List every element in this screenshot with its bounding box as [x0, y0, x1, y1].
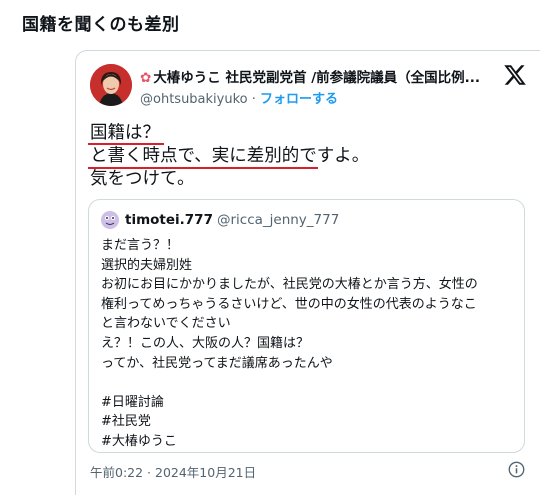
quoted-tweet[interactable]: timotei.777 @ricca_jenny_777 まだ言う？！ 選択的夫婦…	[88, 199, 525, 453]
quoted-author-avatar[interactable]	[101, 211, 119, 229]
author-handle[interactable]: @ohtsubakiyuko	[140, 92, 248, 107]
quoted-text-line: え？！この人、大阪の人？国籍は？	[101, 335, 310, 351]
hashtag[interactable]: #大椿ゆうこ	[101, 432, 519, 452]
author-display-name-text: 大椿ゆうこ 社民党副党首 /前参議院議員（全国比例...	[153, 70, 481, 86]
quoted-display-name: timotei.777	[125, 212, 213, 228]
embedded-tweet-card[interactable]: ✿ 大椿ゆうこ 社民党副党首 /前参議院議員（全国比例... @ohtsubaki…	[75, 50, 540, 495]
red-underline	[88, 167, 318, 169]
follow-button[interactable]: フォローする	[260, 92, 338, 107]
hashtag[interactable]: #日曜討論	[101, 393, 519, 413]
quoted-text-line	[101, 373, 519, 393]
hashtag[interactable]: #社民党	[101, 412, 519, 432]
author-handle-row: @ohtsubakiyuko · フォローする	[140, 88, 338, 107]
quoted-text-line: ってか、社民党ってまだ議席あったんや	[101, 355, 333, 371]
quoted-text-line: と言わないでください	[101, 316, 231, 332]
separator-dot: ·	[251, 92, 256, 107]
tweet-text-line: 気をつけて。	[90, 169, 195, 189]
tweet-text-line: と書く時点で、実に差別的ですよ。	[90, 146, 370, 166]
red-underline	[88, 143, 164, 145]
quoted-text-line: 権利ってめっちゃうるさいけど、世の中の女性の代表のようなこ	[101, 296, 477, 312]
quoted-tweet-body: まだ言う？！ 選択的夫婦別姓 お初にお目にかかりましたが、社民党の大椿とか言う方…	[101, 236, 519, 452]
quoted-text-line: 選択的夫婦別姓	[101, 257, 193, 273]
tweet-timestamp[interactable]: 午前0:22 · 2024年10月21日	[90, 462, 256, 481]
author-display-name[interactable]: ✿ 大椿ゆうこ 社民党副党首 /前参議院議員（全国比例...	[140, 66, 500, 86]
tweet-text: 国籍は？ と書く時点で、実に差別的ですよ。 気をつけて。	[90, 122, 369, 191]
x-logo-icon[interactable]	[503, 63, 527, 87]
quoted-author-name[interactable]: timotei.777 @ricca_jenny_777	[125, 212, 339, 228]
quoted-text-line: お初にお目にかかりましたが、社民党の大椿とか言う方、女性の	[101, 277, 478, 293]
hibiscus-flower-icon: ✿	[140, 70, 152, 86]
author-avatar[interactable]	[90, 64, 132, 106]
page-title: 国籍を聞くのも差別	[22, 15, 180, 35]
info-icon[interactable]	[508, 461, 525, 478]
tweet-text-line: 国籍は？	[90, 123, 160, 143]
quoted-text-line: まだ言う？！	[101, 238, 180, 253]
quoted-handle: @ricca_jenny_777	[216, 212, 340, 228]
